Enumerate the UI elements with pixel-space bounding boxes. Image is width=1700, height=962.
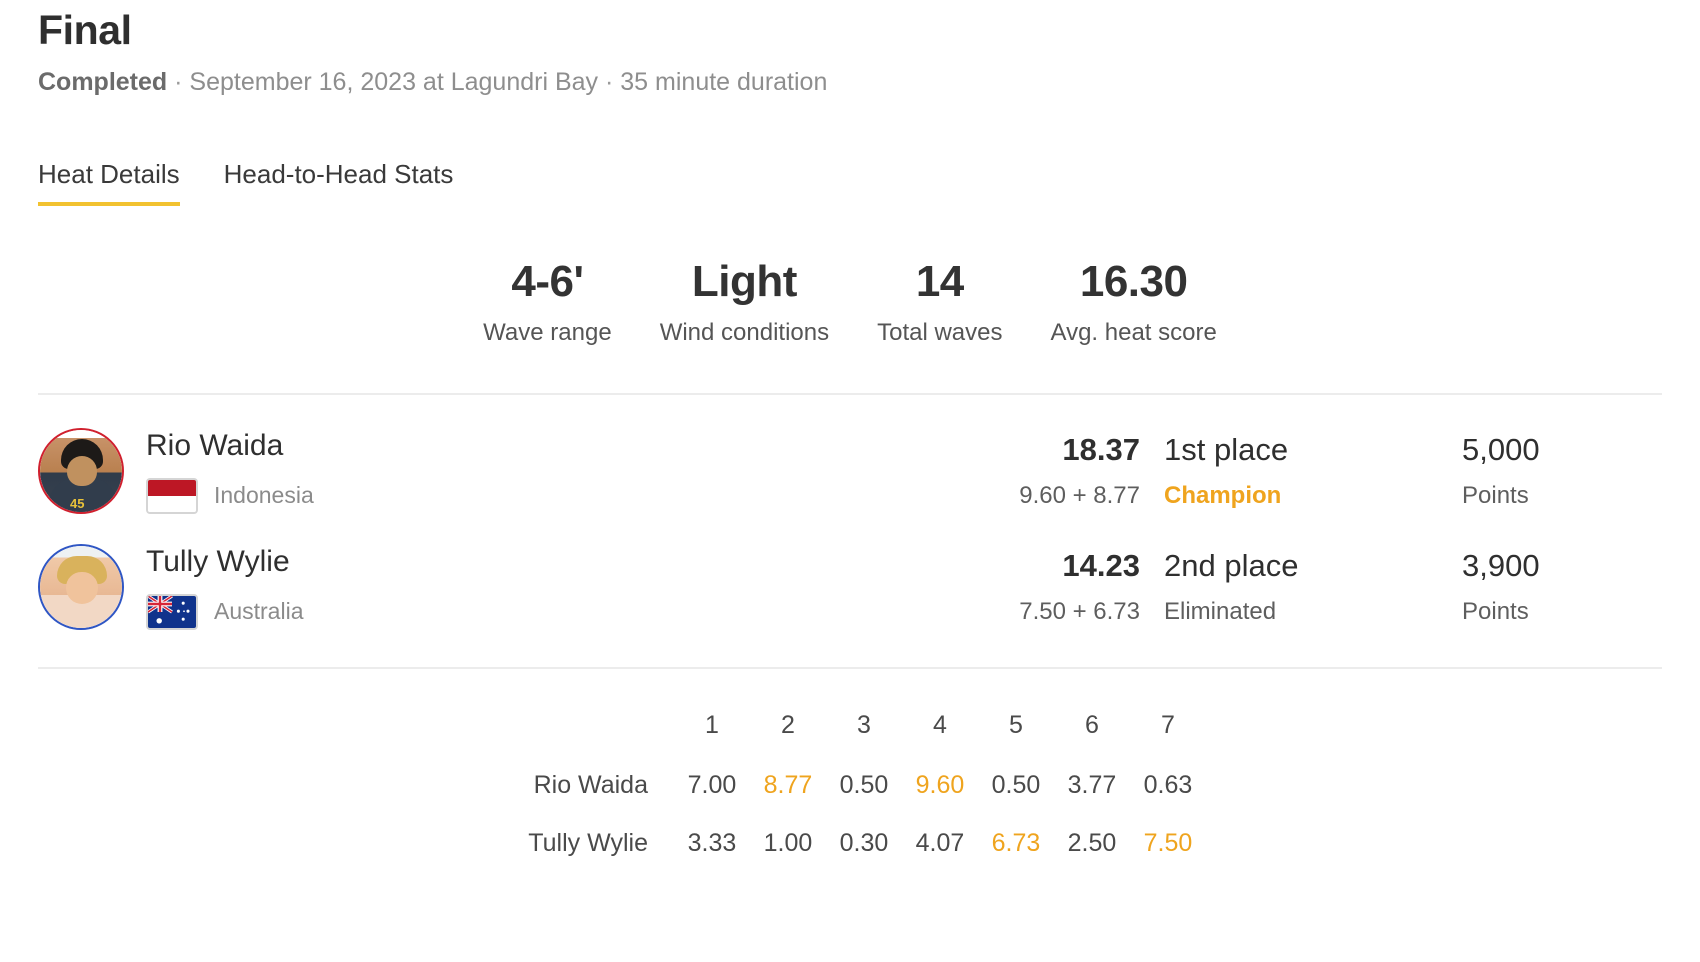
stat-wave-range-value: 4-6' bbox=[511, 257, 584, 307]
athlete-total-column: 18.37 9.60 + 8.77 bbox=[970, 432, 1140, 509]
athlete-row[interactable]: 45 Rio Waida Indonesia 18.37 9.60 + 8.77… bbox=[38, 413, 1662, 529]
athlete-place-column: 2nd place Eliminated bbox=[1140, 548, 1414, 625]
wave-column-header: 5 bbox=[1009, 711, 1023, 740]
wave-score-cell: 8.77 bbox=[763, 771, 813, 800]
wave-score-cell: 6.73 bbox=[991, 829, 1041, 858]
wave-score-cell: 0.50 bbox=[839, 771, 889, 800]
wave-column-header: 3 bbox=[857, 711, 871, 740]
wave-column-header: 1 bbox=[705, 711, 719, 740]
avatar bbox=[38, 543, 124, 630]
athlete-points-column: 3,900 Points bbox=[1414, 548, 1662, 625]
heat-stats-strip: 4-6' Wave range Light Wind conditions 14… bbox=[38, 206, 1662, 395]
wave-table-body: Rio Waida 7.00 8.77 0.50 9.60 0.50 3.77 0.63 Tul… bbox=[494, 757, 1206, 873]
wave-score-cell: 1.00 bbox=[763, 829, 813, 858]
heat-duration: 35 minute duration bbox=[620, 68, 828, 97]
athlete-place: 1st place bbox=[1164, 432, 1289, 468]
wave-column-header: 6 bbox=[1085, 711, 1099, 740]
wave-row-athlete-name: Tully Wylie bbox=[528, 829, 648, 858]
athlete-points-label: Points bbox=[1462, 481, 1529, 509]
avatar-photo-rio-waida: 45 bbox=[40, 429, 122, 512]
athlete-country-label: Indonesia bbox=[214, 482, 314, 509]
athlete-place: 2nd place bbox=[1164, 548, 1299, 584]
heat-subtitle: Completed · September 16, 2023 at Lagund… bbox=[38, 67, 1662, 98]
wave-scores-table: 1 2 3 4 5 6 7 Rio Waida 7.00 8.77 0.50 9.60 0.50 3.7… bbox=[494, 695, 1206, 873]
athlete-country: Australia bbox=[146, 593, 970, 630]
wave-table-header-row: 1 2 3 4 5 6 7 bbox=[494, 695, 1206, 757]
athlete-two-best-waves: 7.50 + 6.73 bbox=[1019, 597, 1140, 625]
stat-avg-heat-score-value: 16.30 bbox=[1079, 257, 1188, 307]
athlete-result-status: Eliminated bbox=[1164, 597, 1277, 625]
stat-avg-heat-score-label: Avg. heat score bbox=[1050, 318, 1217, 346]
stat-wind-conditions-label: Wind conditions bbox=[659, 318, 830, 346]
athlete-total-score: 18.37 bbox=[1062, 432, 1140, 468]
tab-heat-details[interactable]: Heat Details bbox=[38, 159, 180, 207]
wave-score-cell: 0.63 bbox=[1143, 771, 1193, 800]
athlete-points-value: 5,000 bbox=[1462, 432, 1540, 468]
stat-wind-conditions: Light Wind conditions bbox=[659, 257, 830, 346]
heat-detail-page: Final Completed · September 16, 2023 at … bbox=[0, 0, 1700, 962]
athlete-name[interactable]: Tully Wylie bbox=[146, 544, 970, 580]
wave-score-cell: 7.00 bbox=[687, 771, 737, 800]
indonesia-flag-icon bbox=[146, 477, 198, 514]
wave-row-athlete-name: Rio Waida bbox=[533, 771, 648, 800]
athlete-country-label: Australia bbox=[214, 598, 304, 625]
heat-datetime: September 16, 2023 at Lagundri Bay bbox=[189, 68, 599, 97]
wave-scores-section: 1 2 3 4 5 6 7 Rio Waida 7.00 8.77 0.50 9.60 0.50 3.7… bbox=[38, 669, 1662, 873]
wave-score-cell: 3.77 bbox=[1067, 771, 1117, 800]
australia-flag-icon bbox=[146, 593, 198, 630]
wave-score-cell: 4.07 bbox=[915, 829, 965, 858]
athlete-country: Indonesia bbox=[146, 477, 970, 514]
athlete-result-status: Champion bbox=[1164, 481, 1282, 509]
athlete-row[interactable]: Tully Wylie Australia 14.23 7.50 + 6.73 … bbox=[38, 529, 1662, 645]
subtitle-separator-1: · bbox=[174, 68, 183, 97]
wave-table-row: Rio Waida 7.00 8.77 0.50 9.60 0.50 3.77 0.63 bbox=[494, 757, 1206, 815]
athlete-scores: 18.37 9.60 + 8.77 1st place Champion 5,0… bbox=[970, 432, 1662, 509]
athlete-place-column: 1st place Champion bbox=[1140, 432, 1414, 509]
wave-score-cell: 0.30 bbox=[839, 829, 889, 858]
wave-column-header: 7 bbox=[1161, 711, 1175, 740]
athlete-points-label: Points bbox=[1462, 597, 1529, 625]
avatar: 45 bbox=[38, 427, 124, 514]
athlete-points-value: 3,900 bbox=[1462, 548, 1540, 584]
athlete-total-score: 14.23 bbox=[1062, 548, 1140, 584]
athlete-two-best-waves: 9.60 + 8.77 bbox=[1019, 481, 1140, 509]
athlete-info: Tully Wylie Australia bbox=[146, 544, 970, 630]
wave-table-corner bbox=[494, 695, 674, 757]
stat-total-waves-label: Total waves bbox=[877, 318, 1003, 346]
wave-column-header: 4 bbox=[933, 711, 947, 740]
avatar-photo-tully-wylie bbox=[40, 545, 122, 628]
stat-wind-conditions-value: Light bbox=[691, 257, 798, 307]
stat-wave-range-label: Wave range bbox=[483, 318, 612, 346]
wave-table-row: Tully Wylie 3.33 1.00 0.30 4.07 6.73 2.50 7.50 bbox=[494, 815, 1206, 873]
wave-score-cell: 9.60 bbox=[915, 771, 965, 800]
wave-score-cell: 7.50 bbox=[1143, 829, 1193, 858]
wave-score-cell: 3.33 bbox=[687, 829, 737, 858]
heat-header: Final Completed · September 16, 2023 at … bbox=[38, 0, 1662, 98]
athlete-scores: 14.23 7.50 + 6.73 2nd place Eliminated 3… bbox=[970, 548, 1662, 625]
page-title: Final bbox=[38, 7, 132, 53]
avatar-jersey-number: 45 bbox=[70, 495, 85, 511]
wave-column-header: 2 bbox=[781, 711, 795, 740]
athlete-points-column: 5,000 Points bbox=[1414, 432, 1662, 509]
wave-score-cell: 2.50 bbox=[1067, 829, 1117, 858]
tab-bar: Heat Details Head-to-Head Stats bbox=[38, 144, 1662, 207]
wave-score-cell: 0.50 bbox=[991, 771, 1041, 800]
subtitle-separator-2: · bbox=[605, 68, 614, 97]
stat-wave-range: 4-6' Wave range bbox=[483, 257, 612, 346]
status-badge: Completed bbox=[38, 68, 168, 97]
stat-avg-heat-score: 16.30 Avg. heat score bbox=[1050, 257, 1217, 346]
athlete-list: 45 Rio Waida Indonesia 18.37 9.60 + 8.77… bbox=[38, 395, 1662, 669]
tab-head-to-head-stats[interactable]: Head-to-Head Stats bbox=[224, 159, 454, 206]
stat-total-waves-value: 14 bbox=[915, 257, 964, 307]
athlete-name[interactable]: Rio Waida bbox=[146, 428, 970, 464]
stat-total-waves: 14 Total waves bbox=[877, 257, 1003, 346]
athlete-total-column: 14.23 7.50 + 6.73 bbox=[970, 548, 1140, 625]
athlete-info: Rio Waida Indonesia bbox=[146, 428, 970, 514]
